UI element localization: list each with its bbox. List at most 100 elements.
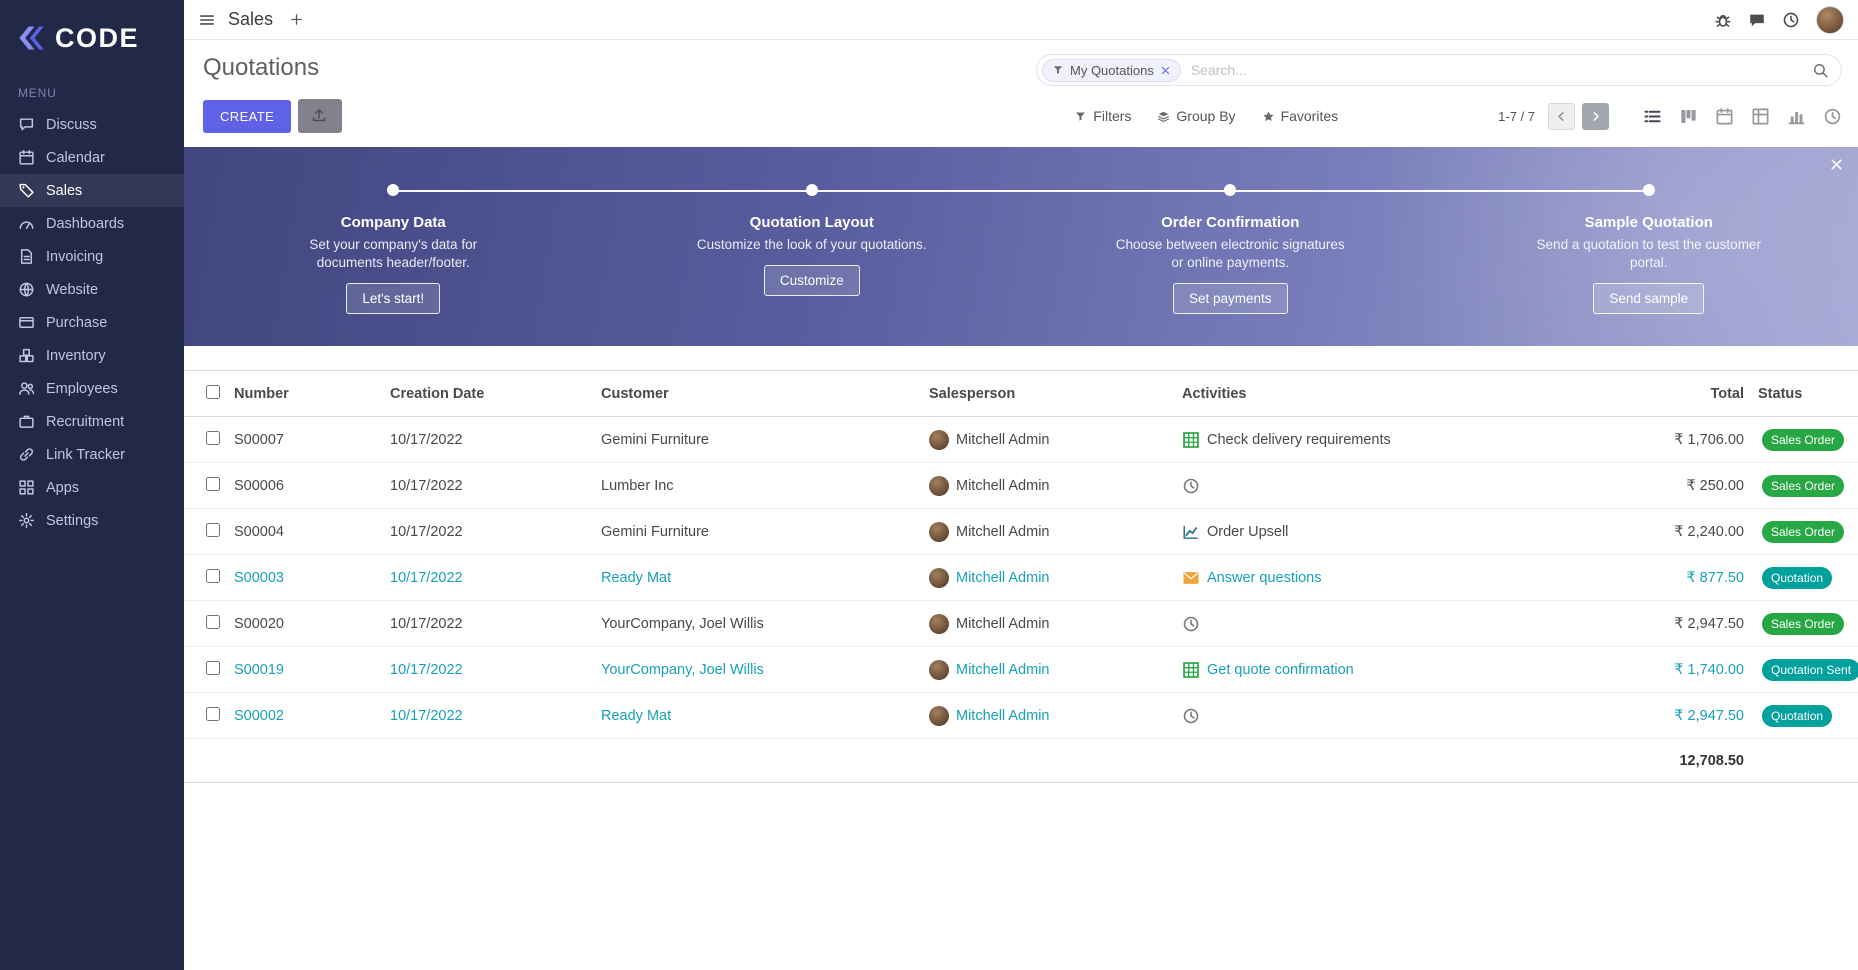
- messages-icon[interactable]: [1748, 11, 1766, 29]
- salesperson: Mitchell Admin: [929, 430, 1049, 450]
- column-header-total[interactable]: Total: [1598, 371, 1754, 417]
- table-row[interactable]: S0000610/17/2022Lumber IncMitchell Admin…: [184, 463, 1858, 509]
- row-checkbox[interactable]: [206, 707, 220, 721]
- sidebar-item-dashboards[interactable]: Dashboards: [0, 207, 184, 240]
- view-pivot-button[interactable]: [1751, 107, 1770, 126]
- active-app-name[interactable]: Sales: [228, 9, 273, 30]
- plus-icon[interactable]: [289, 12, 304, 27]
- spreadsheet-activity-icon[interactable]: [1182, 661, 1200, 679]
- row-checkbox[interactable]: [206, 431, 220, 445]
- activities-icon[interactable]: [1782, 11, 1800, 29]
- pager-range: 1-7 / 7: [1498, 109, 1535, 124]
- pager-next-button[interactable]: [1582, 103, 1609, 130]
- salesperson-cell: Mitchell Admin: [925, 417, 1178, 463]
- search-box[interactable]: My Quotations: [1036, 54, 1842, 86]
- app-logo[interactable]: CODE: [0, 0, 184, 76]
- column-header-activities[interactable]: Activities: [1178, 371, 1598, 417]
- customer-name: Lumber Inc: [597, 463, 925, 509]
- sidebar-item-discuss[interactable]: Discuss: [0, 108, 184, 141]
- table-row[interactable]: S0002010/17/2022YourCompany, Joel Willis…: [184, 601, 1858, 647]
- sidebar-item-inventory[interactable]: Inventory: [0, 339, 184, 372]
- group-by-button[interactable]: Group By: [1157, 108, 1235, 124]
- column-header-salesperson[interactable]: Salesperson: [925, 371, 1178, 417]
- page-title: Quotations: [203, 54, 319, 82]
- activity[interactable]: [1182, 477, 1200, 495]
- user-avatar[interactable]: [1816, 6, 1844, 34]
- step-button[interactable]: Send sample: [1593, 283, 1704, 314]
- step-button[interactable]: Set payments: [1173, 283, 1288, 314]
- onboarding-step: Order ConfirmationChoose between electro…: [1021, 184, 1440, 346]
- debug-icon[interactable]: [1714, 11, 1732, 29]
- sidebar-item-label: Calendar: [46, 150, 105, 166]
- row-checkbox[interactable]: [206, 615, 220, 629]
- select-all-checkbox[interactable]: [206, 385, 220, 399]
- sidebar-item-employees[interactable]: Employees: [0, 372, 184, 405]
- clock-activity-icon[interactable]: [1182, 707, 1200, 725]
- table-row[interactable]: S0000210/17/2022Ready MatMitchell Admin₹…: [184, 693, 1858, 739]
- view-graph-button[interactable]: [1787, 107, 1806, 126]
- table-row[interactable]: S0000710/17/2022Gemini FurnitureMitchell…: [184, 417, 1858, 463]
- sidebar-nav: Discuss Calendar SalesDashboardsInvoicingW…: [0, 108, 184, 537]
- step-button[interactable]: Let's start!: [346, 283, 440, 314]
- row-checkbox[interactable]: [206, 523, 220, 537]
- sidebar-item-sales[interactable]: Sales: [0, 174, 184, 207]
- salesperson-cell: Mitchell Admin: [925, 555, 1178, 601]
- favorites-button[interactable]: Favorites: [1262, 108, 1339, 124]
- table-header: NumberCreation DateCustomerSalespersonAc…: [184, 371, 1858, 417]
- search-input[interactable]: [1181, 62, 1812, 78]
- view-list-button[interactable]: [1643, 107, 1662, 126]
- view-kanban-button[interactable]: [1679, 107, 1698, 126]
- logo-icon: [16, 23, 46, 53]
- activity[interactable]: Order Upsell: [1182, 523, 1288, 541]
- menu-toggle-icon[interactable]: [198, 11, 216, 29]
- activity[interactable]: Check delivery requirements: [1182, 431, 1391, 449]
- step-button[interactable]: Customize: [764, 265, 860, 296]
- export-button[interactable]: [298, 99, 342, 133]
- column-header-status[interactable]: Status: [1754, 371, 1858, 417]
- row-checkbox[interactable]: [206, 661, 220, 675]
- create-button[interactable]: CREATE: [203, 100, 291, 133]
- creation-date: 10/17/2022: [386, 693, 597, 739]
- table-row[interactable]: S0000310/17/2022Ready MatMitchell AdminA…: [184, 555, 1858, 601]
- step-dot: [1643, 184, 1655, 196]
- chart-activity-icon[interactable]: [1182, 523, 1200, 541]
- sidebar-item-apps[interactable]: Apps: [0, 471, 184, 504]
- table-row[interactable]: S0001910/17/2022YourCompany, Joel Willis…: [184, 647, 1858, 693]
- facet-remove-icon[interactable]: [1160, 65, 1171, 76]
- clock-activity-icon[interactable]: [1182, 615, 1200, 633]
- sum-total: 12,708.50: [1598, 739, 1754, 783]
- search-icon[interactable]: [1812, 62, 1829, 79]
- column-header-customer[interactable]: Customer: [597, 371, 925, 417]
- activity-cell: Check delivery requirements: [1178, 417, 1598, 463]
- sidebar-item-invoicing[interactable]: Invoicing: [0, 240, 184, 273]
- pager-previous-button[interactable]: [1548, 103, 1575, 130]
- view-calendar-button[interactable]: [1715, 107, 1734, 126]
- column-header-number[interactable]: Number: [230, 371, 386, 417]
- filters-button[interactable]: Filters: [1074, 108, 1131, 124]
- step-title: Sample Quotation: [1440, 214, 1858, 231]
- table-row[interactable]: S0000410/17/2022Gemini FurnitureMitchell…: [184, 509, 1858, 555]
- envelope-activity-icon[interactable]: [1182, 569, 1200, 587]
- view-activity-button[interactable]: [1823, 107, 1842, 126]
- sidebar-item-label: Apps: [46, 480, 79, 496]
- row-checkbox[interactable]: [206, 569, 220, 583]
- clock-activity-icon[interactable]: [1182, 477, 1200, 495]
- activity[interactable]: Get quote confirmation: [1182, 661, 1354, 679]
- search-facet[interactable]: My Quotations: [1042, 59, 1181, 82]
- spreadsheet-activity-icon[interactable]: [1182, 431, 1200, 449]
- sidebar-item-calendar[interactable]: Calendar: [0, 141, 184, 174]
- sidebar-item-purchase[interactable]: Purchase: [0, 306, 184, 339]
- row-checkbox[interactable]: [206, 477, 220, 491]
- view-switcher: [1643, 107, 1842, 126]
- activity[interactable]: Answer questions: [1182, 569, 1321, 587]
- sidebar-item-website[interactable]: Website: [0, 273, 184, 306]
- sidebar-item-recruitment[interactable]: Recruitment: [0, 405, 184, 438]
- column-header-date[interactable]: Creation Date: [386, 371, 597, 417]
- sidebar-item-settings[interactable]: Settings: [0, 504, 184, 537]
- banner-close-icon[interactable]: [1829, 157, 1844, 172]
- sidebar-item-link-tracker[interactable]: Link Tracker: [0, 438, 184, 471]
- employees-icon: [18, 380, 35, 397]
- activity[interactable]: [1182, 707, 1200, 725]
- activity[interactable]: [1182, 615, 1200, 633]
- discuss-icon: [18, 116, 35, 133]
